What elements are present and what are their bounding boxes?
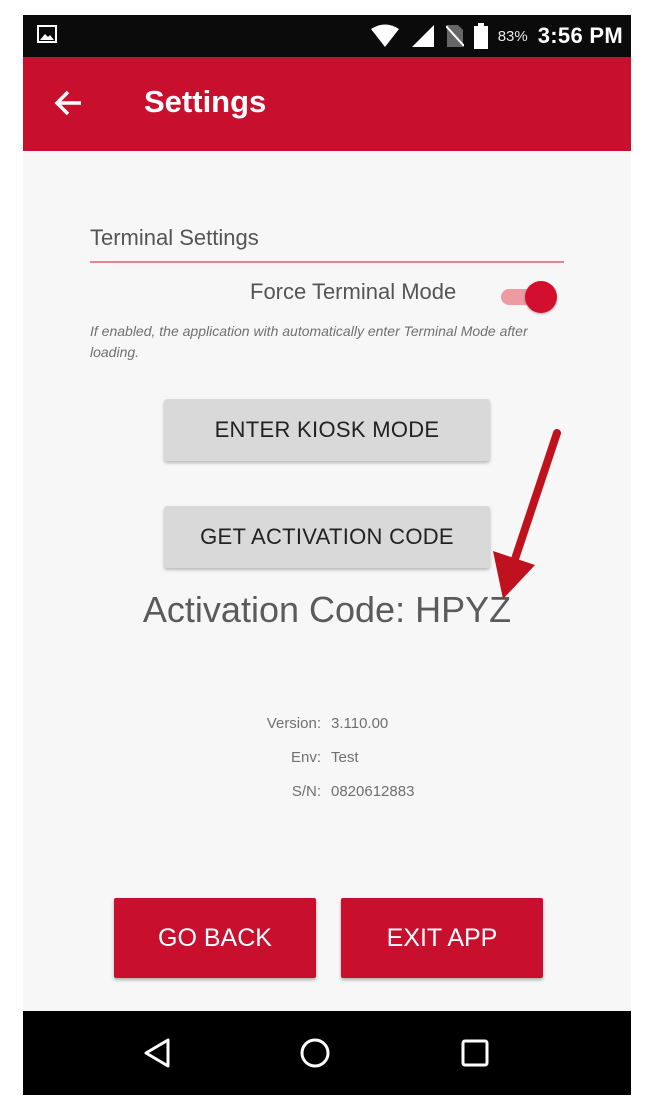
sn-row: S/N: 0820612883 (23, 783, 631, 803)
terminal-settings-header: Terminal Settings (90, 225, 259, 250)
status-bar: 83% 3:56 PM (23, 15, 631, 57)
status-time: 3:56 PM (537, 23, 623, 48)
force-terminal-mode-toggle[interactable] (499, 281, 559, 313)
version-value: 3.110.00 (331, 715, 389, 732)
status-icons: 83% 3:56 PM (370, 22, 623, 50)
force-terminal-mode-label: Force Terminal Mode (250, 279, 457, 304)
annotation-arrow-icon (493, 429, 561, 599)
nav-home-icon[interactable] (297, 1035, 333, 1071)
section-divider (90, 261, 564, 263)
battery-icon (473, 23, 488, 49)
sn-value: 0820612883 (331, 783, 415, 800)
exit-app-button[interactable]: EXIT APP (341, 898, 543, 978)
toggle-thumb (525, 281, 557, 313)
version-row: Version: 3.110.00 (23, 715, 631, 735)
image-notification-icon (37, 25, 57, 43)
wifi-icon (370, 24, 399, 47)
settings-content: Terminal Settings Force Terminal Mode If… (23, 151, 631, 1011)
nav-recent-icon[interactable] (457, 1035, 493, 1071)
get-activation-code-button[interactable]: GET ACTIVATION CODE (164, 506, 490, 568)
navigation-bar (23, 1011, 631, 1095)
version-label: Version: (266, 715, 321, 732)
env-label: Env: (290, 749, 321, 766)
sn-label: S/N: (291, 783, 321, 800)
device-screen: 83% 3:56 PM Settings Terminal Settings F… (23, 15, 631, 1095)
env-row: Env: Test (23, 749, 631, 769)
page-title: Settings (144, 84, 267, 119)
go-back-button[interactable]: GO BACK (114, 898, 316, 978)
env-value: Test (331, 749, 359, 766)
force-terminal-mode-hint: If enabled, the application with automat… (90, 323, 528, 360)
signal-icon (411, 25, 434, 47)
arrow-left-icon[interactable] (53, 87, 85, 119)
no-sim-icon (445, 25, 464, 47)
enter-kiosk-mode-button[interactable]: ENTER KIOSK MODE (164, 399, 490, 461)
app-bar: Settings (23, 57, 631, 151)
nav-back-icon[interactable] (140, 1035, 176, 1071)
battery-percent: 83% (497, 27, 528, 45)
